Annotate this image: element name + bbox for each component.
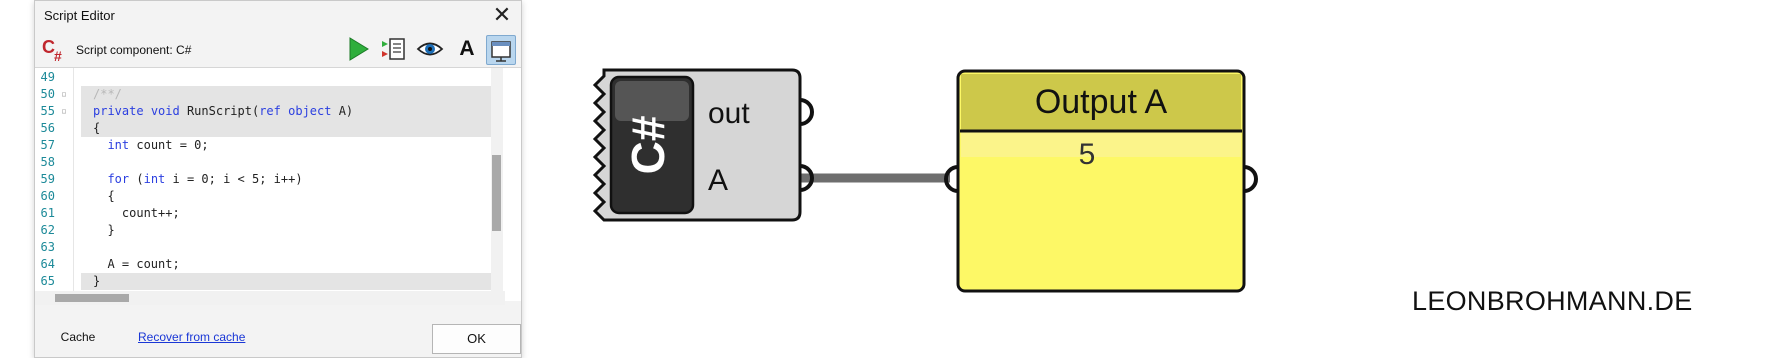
play-icon[interactable] [344, 35, 372, 63]
panel-input-grip[interactable] [944, 165, 959, 193]
editor-footer: Cache Recover from cache OK [35, 319, 521, 357]
line-number: 64 [40, 257, 55, 271]
watermark: LEONBROHMANN.DE [1412, 286, 1693, 316]
code-line[interactable]: 58 [35, 154, 501, 171]
code-text: } [93, 274, 101, 288]
vertical-scrollbar[interactable] [491, 68, 503, 301]
code-line[interactable]: 61 count++; [35, 205, 501, 222]
line-highlight [81, 86, 501, 103]
code-line[interactable]: 63 [35, 239, 501, 256]
vertical-scroll-thumb[interactable] [492, 155, 501, 231]
line-highlight [81, 120, 501, 137]
code-text: /**/ [93, 87, 122, 101]
cache-button[interactable]: Cache [43, 325, 113, 349]
code-line[interactable]: 57 int count = 0; [35, 137, 501, 154]
component-icon-highlight [615, 81, 689, 121]
line-number: 49 [40, 70, 55, 84]
panel-header-shade [961, 131, 1241, 157]
eye-icon[interactable] [416, 35, 444, 63]
line-number: 59 [40, 172, 55, 186]
fold-marker-icon[interactable]: ▫ [61, 86, 69, 103]
window-mode-icon[interactable] [486, 35, 516, 65]
editor-toolbar: C # Script component: C# A [35, 31, 521, 68]
fold-marker-icon[interactable]: ▫ [61, 103, 69, 120]
line-number: 56 [40, 121, 55, 135]
code-text: { [93, 189, 115, 203]
code-line[interactable]: 55 ▫ private void RunScript(ref object A) [35, 103, 501, 120]
code-text: } [93, 223, 115, 237]
csharp-component-icon: C# [622, 116, 674, 175]
output-param-a[interactable]: A [708, 164, 728, 197]
window-title: Script Editor [44, 8, 115, 23]
script-component[interactable]: C# out A [592, 68, 814, 222]
font-icon[interactable]: A [453, 35, 481, 63]
code-text: A = count; [93, 257, 180, 271]
code-line[interactable]: 65} [35, 273, 501, 290]
code-line[interactable]: 49 [35, 69, 501, 86]
csharp-icon: C # [41, 35, 71, 64]
recover-from-cache-link[interactable]: Recover from cache [138, 330, 245, 344]
titlebar: Script Editor ✕ [35, 1, 521, 30]
code-line[interactable]: 50 ▫ /**/ [35, 86, 501, 103]
svg-text:#: # [54, 48, 62, 63]
code-text: { [93, 121, 101, 135]
line-number: 62 [40, 223, 55, 237]
ok-button[interactable]: OK [432, 324, 521, 354]
code-editor[interactable]: 49 50 ▫ /**/ 55 ▫ private void RunScript(ref o… [35, 68, 521, 301]
code-text: count++; [93, 206, 180, 220]
code-line[interactable]: 59 for (int i = 0; i < 5; i++) [35, 171, 501, 188]
line-highlight [81, 273, 501, 290]
output-param-out[interactable]: out [708, 97, 750, 130]
close-button[interactable]: ✕ [489, 3, 515, 27]
code-text: private void RunScript(ref object A) [93, 104, 354, 118]
horizontal-scrollbar[interactable] [35, 291, 505, 305]
code-line[interactable]: 64 A = count; [35, 256, 501, 273]
code-line[interactable]: 56 { [35, 120, 501, 137]
script-editor-window: Script Editor ✕ C # Script component: C# [34, 0, 522, 358]
panel-title: Output A [1035, 83, 1168, 121]
line-number: 63 [40, 240, 55, 254]
code-text: for (int i = 0; i < 5; i++) [107, 172, 303, 186]
output-panel[interactable]: Output A 5 [944, 69, 1258, 293]
line-number: 61 [40, 206, 55, 220]
line-number: 57 [40, 138, 55, 152]
component-label: Script component: C# [76, 43, 192, 57]
line-number: 65 [40, 274, 55, 288]
code-line[interactable]: 60 { [35, 188, 501, 205]
output-grip-out[interactable] [799, 98, 814, 126]
code-text: int count = 0; [107, 138, 209, 152]
panel-value: 5 [1079, 138, 1096, 171]
horizontal-scroll-thumb[interactable] [55, 294, 129, 302]
line-number: 55 [40, 104, 55, 118]
code-line[interactable]: 62 } [35, 222, 501, 239]
panel-output-grip[interactable] [1243, 165, 1258, 193]
inspect-io-icon[interactable] [380, 35, 408, 63]
line-number: 58 [40, 155, 55, 169]
line-number: 50 [40, 87, 55, 101]
line-number: 60 [40, 189, 55, 203]
